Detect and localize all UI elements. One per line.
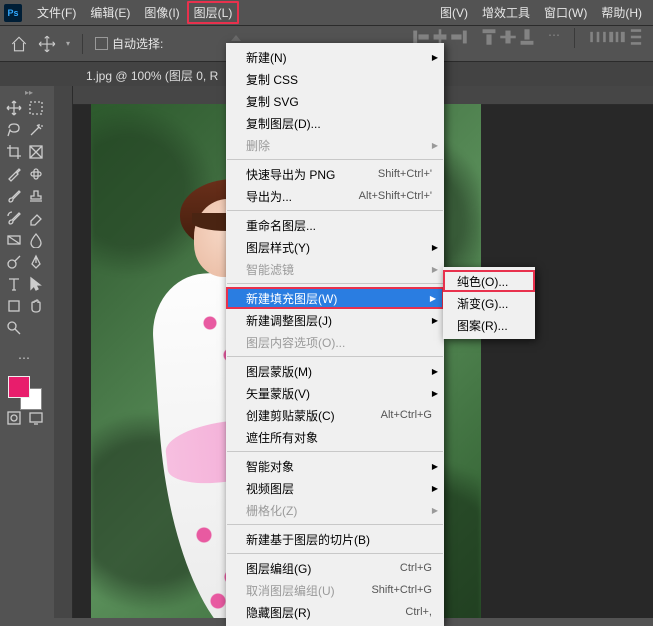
menu-layer[interactable]: 图层(L): [187, 1, 240, 24]
healing-tool-icon[interactable]: [26, 164, 46, 184]
eraser-tool-icon[interactable]: [26, 208, 46, 228]
menu-separator: [227, 553, 443, 554]
color-swatches[interactable]: [8, 376, 48, 406]
layer-dropdown-menu: 新建(N)复制 CSS复制 SVG复制图层(D)...删除快速导出为 PNGSh…: [226, 43, 444, 626]
menu-item-重命名图层...[interactable]: 重命名图层...: [226, 214, 444, 236]
menu-help[interactable]: 帮助(H): [594, 1, 649, 24]
menu-item-矢量蒙版(V)[interactable]: 矢量蒙版(V): [226, 382, 444, 404]
magic-wand-tool-icon[interactable]: [26, 120, 46, 140]
menu-item-导出为...[interactable]: 导出为...Alt+Shift+Ctrl+': [226, 185, 444, 207]
menu-item-复制 CSS[interactable]: 复制 CSS: [226, 68, 444, 90]
align-top-icon[interactable]: [480, 28, 498, 46]
distrib-1-icon[interactable]: [589, 28, 607, 46]
menu-collapse-icon[interactable]: [225, 27, 247, 41]
menu-file[interactable]: 文件(F): [30, 1, 83, 24]
submenu-item-图案(R)...[interactable]: 图案(R)...: [443, 314, 535, 336]
distrib-3-icon[interactable]: [627, 28, 645, 46]
menu-item-图层蒙版(M)[interactable]: 图层蒙版(M): [226, 360, 444, 382]
path-select-tool-icon[interactable]: [26, 274, 46, 294]
menu-item-复制图层(D)...[interactable]: 复制图层(D)...: [226, 112, 444, 134]
menu-edit[interactable]: 编辑(E): [83, 1, 137, 24]
menu-plugins[interactable]: 增效工具: [475, 1, 537, 24]
menu-item-新建填充图层(W)[interactable]: 新建填充图层(W): [226, 287, 444, 309]
dodge-tool-icon[interactable]: [4, 252, 24, 272]
pen-tool-icon[interactable]: [26, 252, 46, 272]
menu-item-图层内容选项(O)...: 图层内容选项(O)...: [226, 331, 444, 353]
type-tool-icon[interactable]: [4, 274, 24, 294]
marquee-tool-icon[interactable]: [26, 98, 46, 118]
menu-separator: [227, 210, 443, 211]
align-right-icon[interactable]: [450, 28, 468, 46]
new-fill-layer-submenu: 纯色(O)...渐变(G)...图案(R)...: [443, 267, 535, 339]
tool-palette: ▸▸ ⋯: [0, 86, 54, 618]
edit-toolbar-icon[interactable]: ⋯: [4, 348, 44, 368]
lasso-tool-icon[interactable]: [4, 120, 24, 140]
menu-window[interactable]: 窗口(W): [537, 1, 594, 24]
shape-tool-icon[interactable]: [4, 296, 24, 316]
align-group-2: [480, 28, 536, 48]
menu-item-复制 SVG[interactable]: 复制 SVG: [226, 90, 444, 112]
eyedropper-tool-icon[interactable]: [4, 164, 24, 184]
ps-logo: Ps: [4, 4, 22, 22]
menu-item-遮住所有对象[interactable]: 遮住所有对象: [226, 426, 444, 448]
auto-select-label: 自动选择:: [112, 35, 163, 52]
menu-item-智能对象[interactable]: 智能对象: [226, 455, 444, 477]
blur-tool-icon[interactable]: [26, 230, 46, 250]
menu-item-新建(N)[interactable]: 新建(N): [226, 46, 444, 68]
ruler-vertical: [54, 86, 73, 618]
menu-item-快速导出为 PNG[interactable]: 快速导出为 PNGShift+Ctrl+': [226, 163, 444, 185]
zoom-tool-icon[interactable]: [4, 318, 24, 338]
brush-tool-icon[interactable]: [4, 186, 24, 206]
submenu-item-渐变(G)...[interactable]: 渐变(G)...: [443, 292, 535, 314]
move-tool-icon[interactable]: [4, 98, 24, 118]
frame-tool-icon[interactable]: [26, 142, 46, 162]
menu-item-创建剪贴蒙版(C)[interactable]: 创建剪贴蒙版(C)Alt+Ctrl+G: [226, 404, 444, 426]
menu-item-新建基于图层的切片(B)[interactable]: 新建基于图层的切片(B): [226, 528, 444, 550]
menu-image[interactable]: 图像(I): [137, 1, 186, 24]
align-bottom-icon[interactable]: [518, 28, 536, 46]
menu-item-视频图层[interactable]: 视频图层: [226, 477, 444, 499]
menu-item-删除: 删除: [226, 134, 444, 156]
history-brush-icon[interactable]: [4, 208, 24, 228]
home-icon[interactable]: [10, 35, 28, 53]
gradient-tool-icon[interactable]: [4, 230, 24, 250]
menu-separator: [227, 159, 443, 160]
align-center-v-icon[interactable]: [499, 28, 517, 46]
distrib-group: [589, 28, 645, 48]
stamp-tool-icon[interactable]: [26, 186, 46, 206]
menu-separator: [227, 451, 443, 452]
menu-item-隐藏图层(R)[interactable]: 隐藏图层(R)Ctrl+,: [226, 601, 444, 623]
menu-item-取消图层编组(U): 取消图层编组(U)Shift+Ctrl+G: [226, 579, 444, 601]
quickmask-icon[interactable]: [4, 408, 24, 428]
submenu-item-纯色(O)...[interactable]: 纯色(O)...: [443, 270, 535, 292]
document-tab[interactable]: 1.jpg @ 100% (图层 0, R: [76, 63, 228, 88]
move-tool-icon[interactable]: [38, 35, 56, 53]
screenmode-icon[interactable]: [26, 408, 46, 428]
menu-bar: Ps 文件(F) 编辑(E) 图像(I) 图层(L) 图(V) 增效工具 窗口(…: [0, 0, 653, 26]
menu-item-智能滤镜: 智能滤镜: [226, 258, 444, 280]
menu-separator: [227, 283, 443, 284]
crop-tool-icon[interactable]: [4, 142, 24, 162]
menu-item-图层样式(Y)[interactable]: 图层样式(Y): [226, 236, 444, 258]
menu-separator: [227, 356, 443, 357]
fg-color-swatch[interactable]: [8, 376, 30, 398]
menu-item-新建调整图层(J)[interactable]: 新建调整图层(J): [226, 309, 444, 331]
menu-item-图层编组(G)[interactable]: 图层编组(G)Ctrl+G: [226, 557, 444, 579]
distrib-2-icon[interactable]: [608, 28, 626, 46]
auto-select-checkbox[interactable]: [95, 37, 108, 50]
auto-select[interactable]: 自动选择:: [95, 35, 163, 52]
menu-item-栅格化(Z): 栅格化(Z): [226, 499, 444, 521]
menu-separator: [227, 524, 443, 525]
menu-view[interactable]: 图(V): [433, 1, 475, 24]
hand-tool-icon[interactable]: [26, 296, 46, 316]
